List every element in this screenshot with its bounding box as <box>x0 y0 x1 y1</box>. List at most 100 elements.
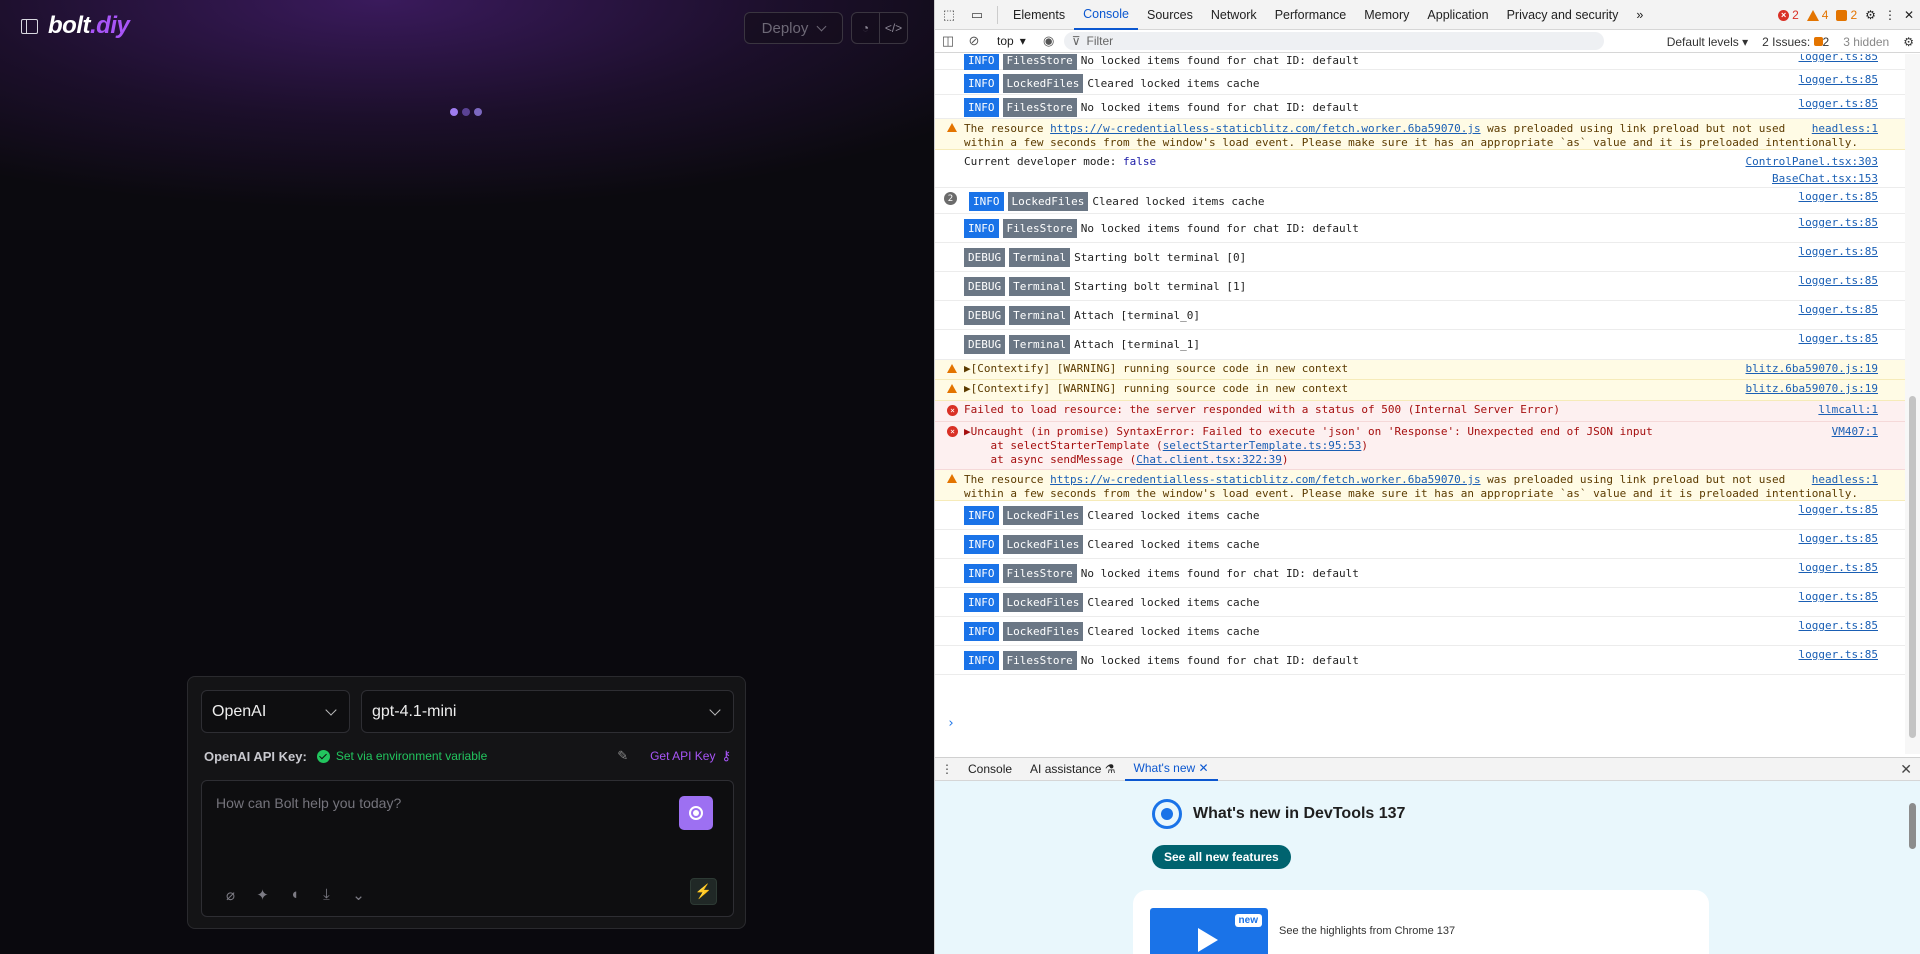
error-row[interactable]: × ▶Uncaught (in promise) SyntaxError: Fa… <box>935 422 1906 470</box>
microphone-icon[interactable]: ◖ <box>286 886 303 904</box>
levels-select[interactable]: Default levels ▾ <box>1667 35 1748 49</box>
kebab-menu-icon[interactable]: ⋮ <box>935 762 959 776</box>
kebab-menu-icon[interactable]: ⋮ <box>1884 8 1896 22</box>
source-link[interactable]: headless:1 <box>1812 122 1878 136</box>
sidebar-toggle-icon[interactable] <box>21 19 38 34</box>
model-select[interactable]: gpt-4.1-mini <box>361 690 734 733</box>
context-select[interactable]: top ▾ <box>989 34 1034 48</box>
log-row: INFO FilesStore No locked items found for … <box>935 646 1906 675</box>
source-link[interactable]: blitz.6ba59070.js:19 <box>1746 382 1878 396</box>
source-link[interactable]: logger.ts:85 <box>1799 303 1878 317</box>
resource-link[interactable]: https://w-credentialless-staticblitz.com… <box>1050 473 1480 486</box>
paperclip-icon[interactable]: ⌀ <box>222 886 239 904</box>
eye-icon[interactable]: ◉ <box>1038 30 1060 52</box>
error-count-badge[interactable]: × 2 <box>1778 8 1799 22</box>
source-link[interactable]: logger.ts:85 <box>1799 648 1878 662</box>
tab-sources[interactable]: Sources <box>1138 0 1202 30</box>
resource-link[interactable]: https://w-credentialless-staticblitz.com… <box>1050 122 1480 135</box>
source-link[interactable]: logger.ts:85 <box>1799 503 1878 517</box>
source-link[interactable]: ControlPanel.tsx:303 <box>1746 155 1878 169</box>
tab-network[interactable]: Network <box>1202 0 1266 30</box>
gear-icon[interactable]: ⚙ <box>1903 35 1914 49</box>
issue-count-badge[interactable]: 2 <box>1836 8 1857 22</box>
prompt-toolbar: ⌀ ✦ ◖ ⤓ ⌄ <box>222 886 367 904</box>
source-link[interactable]: logger.ts:85 <box>1799 245 1878 259</box>
whatsnew-scrollbar[interactable] <box>1905 781 1920 954</box>
source-link[interactable]: VM407:1 <box>1832 425 1878 439</box>
pencil-icon[interactable]: ✎ <box>617 748 628 764</box>
source-link[interactable]: BaseChat.tsx:153 <box>1772 172 1878 186</box>
lightning-icon[interactable]: ⚡ <box>690 878 717 905</box>
video-thumbnail[interactable]: new <box>1150 908 1268 954</box>
source-link[interactable]: logger.ts:85 <box>1799 532 1878 546</box>
deploy-button[interactable]: Deploy <box>744 12 843 44</box>
chevron-down-icon[interactable]: ⌄ <box>350 886 367 904</box>
play-icon <box>1198 928 1218 952</box>
warning-icon <box>947 364 957 373</box>
source-link[interactable]: headless:1 <box>1812 473 1878 487</box>
tab-privacy[interactable]: Privacy and security <box>1498 0 1628 30</box>
source-link[interactable]: blitz.6ba59070.js:19 <box>1746 362 1878 376</box>
issues-button[interactable]: 2 Issues: 2 <box>1762 35 1829 49</box>
warning-count-badge[interactable]: 4 <box>1806 8 1828 22</box>
close-icon[interactable]: ✕ <box>1904 8 1914 22</box>
prompt-input[interactable] <box>216 795 656 855</box>
bolt-app: bolt.diy Deploy ◔ </> OpenAI gpt-4.1-min… <box>0 0 934 954</box>
tab-performance[interactable]: Performance <box>1266 0 1356 30</box>
source-link[interactable]: logger.ts:85 <box>1799 332 1878 346</box>
source-link[interactable]: logger.ts:85 <box>1799 216 1878 230</box>
clear-console-icon[interactable]: ⊘ <box>963 30 985 52</box>
send-button[interactable] <box>679 796 713 830</box>
inspect-icon[interactable]: ⬚ <box>935 0 963 30</box>
code-view-icon[interactable]: </> <box>880 13 907 43</box>
chat-input-panel: OpenAI gpt-4.1-mini OpenAI API Key: Set … <box>187 676 746 929</box>
warning-row[interactable]: ▶[Contextify] [WARNING] running source c… <box>935 380 1906 401</box>
device-toggle-icon[interactable]: ▭ <box>963 0 991 30</box>
console-scrollbar[interactable] <box>1905 54 1920 754</box>
stack-link[interactable]: Chat.client.tsx:322:39 <box>1136 453 1282 466</box>
chat-view-icon[interactable]: ◔ <box>852 13 880 43</box>
gear-icon[interactable]: ⚙ <box>1865 8 1876 22</box>
tab-memory[interactable]: Memory <box>1355 0 1418 30</box>
error-icon: × <box>947 426 958 437</box>
chevron-down-icon <box>709 704 721 716</box>
source-link[interactable]: logger.ts:85 <box>1799 590 1878 604</box>
close-icon[interactable]: ✕ <box>1900 761 1912 778</box>
drawer-tab-whatsnew[interactable]: What's new ✕ <box>1124 757 1218 781</box>
tab-console[interactable]: Console <box>1074 0 1138 30</box>
source-link[interactable]: logger.ts:85 <box>1799 54 1878 64</box>
get-api-key-link[interactable]: Get API Key <box>650 749 715 763</box>
close-icon[interactable]: ✕ <box>1199 761 1209 775</box>
sidebar-icon[interactable]: ◫ <box>937 30 959 52</box>
devtools: ⬚ ▭ Elements Console Sources Network Per… <box>934 0 1920 954</box>
whatsnew-title: What's new in DevTools 137 <box>1193 805 1406 822</box>
drawer-tab-ai[interactable]: AI assistance ⚗ <box>1021 757 1124 781</box>
tab-elements[interactable]: Elements <box>1004 0 1074 30</box>
tab-application[interactable]: Application <box>1418 0 1497 30</box>
api-key-row: OpenAI API Key: Set via environment vari… <box>204 746 731 766</box>
console-prompt[interactable]: › <box>947 716 955 731</box>
sparkle-icon[interactable]: ✦ <box>254 886 271 904</box>
source-link[interactable]: logger.ts:85 <box>1799 190 1878 204</box>
error-row: × Failed to load resource: the server re… <box>935 401 1906 422</box>
view-toggle[interactable]: ◔ </> <box>851 12 908 44</box>
log-row: INFO LockedFiles Cleared locked items cach… <box>935 530 1906 559</box>
see-all-features-button[interactable]: See all new features <box>1152 845 1291 869</box>
more-tabs-icon[interactable]: » <box>1627 0 1652 30</box>
source-link[interactable]: logger.ts:85 <box>1799 73 1878 87</box>
download-icon[interactable]: ⤓ <box>318 886 335 904</box>
filter-icon: ⊽ <box>1071 34 1081 48</box>
source-link[interactable]: logger.ts:85 <box>1799 97 1878 111</box>
source-link[interactable]: logger.ts:85 <box>1799 619 1878 633</box>
stack-link[interactable]: selectStarterTemplate.ts:95:53 <box>1163 439 1362 452</box>
source-link[interactable]: llmcall:1 <box>1818 403 1878 417</box>
provider-select[interactable]: OpenAI <box>201 690 350 733</box>
new-badge: new <box>1234 914 1262 927</box>
highlight-card[interactable]: new See the highlights from Chrome 137 <box>1133 890 1709 954</box>
source-link[interactable]: logger.ts:85 <box>1799 274 1878 288</box>
source-link[interactable]: logger.ts:85 <box>1799 561 1878 575</box>
flask-icon: ⚗ <box>1104 762 1116 776</box>
drawer-tab-console[interactable]: Console <box>959 757 1021 781</box>
warning-row[interactable]: ▶[Contextify] [WARNING] running source c… <box>935 360 1906 380</box>
filter-input[interactable]: ⊽ Filter <box>1063 32 1604 50</box>
